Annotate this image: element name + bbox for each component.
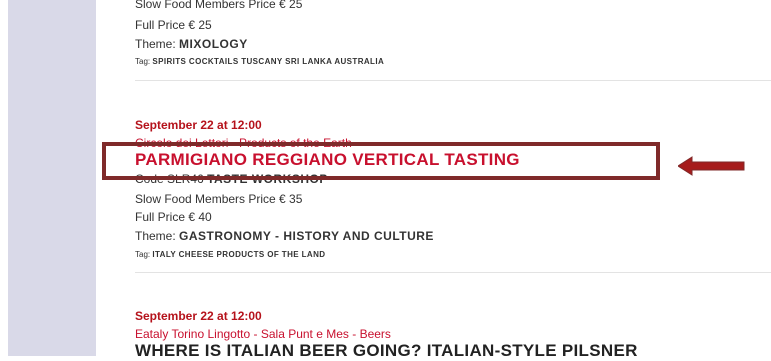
- divider: [135, 80, 771, 81]
- full-price: Full Price € 25: [135, 18, 212, 32]
- event-date: September 22 at 12:00: [135, 309, 262, 323]
- left-sidebar-panel: [8, 0, 96, 356]
- highlight-box: [102, 142, 660, 180]
- tag-label: Tag:: [135, 57, 151, 66]
- theme-line: Theme: MIXOLOGY: [135, 37, 248, 51]
- theme-label: Theme:: [135, 229, 176, 243]
- theme-value[interactable]: MIXOLOGY: [179, 37, 248, 51]
- event-title[interactable]: WHERE IS ITALIAN BEER GOING? ITALIAN-STY…: [135, 341, 638, 361]
- theme-label: Theme:: [135, 37, 176, 51]
- tag-values[interactable]: SPIRITS COCKTAILS TUSCANY SRI LANKA AUST…: [152, 57, 384, 66]
- members-price: Slow Food Members Price € 25: [135, 0, 303, 11]
- event-location[interactable]: Eataly Torino Lingotto - Sala Punt e Mes…: [135, 327, 391, 341]
- divider: [135, 272, 771, 273]
- event-date: September 22 at 12:00: [135, 118, 262, 132]
- left-arrow-icon: [678, 156, 745, 176]
- tag-line: Tag: SPIRITS COCKTAILS TUSCANY SRI LANKA…: [135, 57, 384, 67]
- tag-label: Tag:: [135, 250, 151, 259]
- tag-values[interactable]: ITALY CHEESE PRODUCTS OF THE LAND: [152, 250, 325, 259]
- theme-line: Theme: GASTRONOMY - HISTORY AND CULTURE: [135, 229, 434, 243]
- theme-value[interactable]: GASTRONOMY - HISTORY AND CULTURE: [179, 229, 434, 243]
- members-price: Slow Food Members Price € 35: [135, 192, 303, 206]
- full-price: Full Price € 40: [135, 210, 212, 224]
- tag-line: Tag: ITALY CHEESE PRODUCTS OF THE LAND: [135, 250, 325, 260]
